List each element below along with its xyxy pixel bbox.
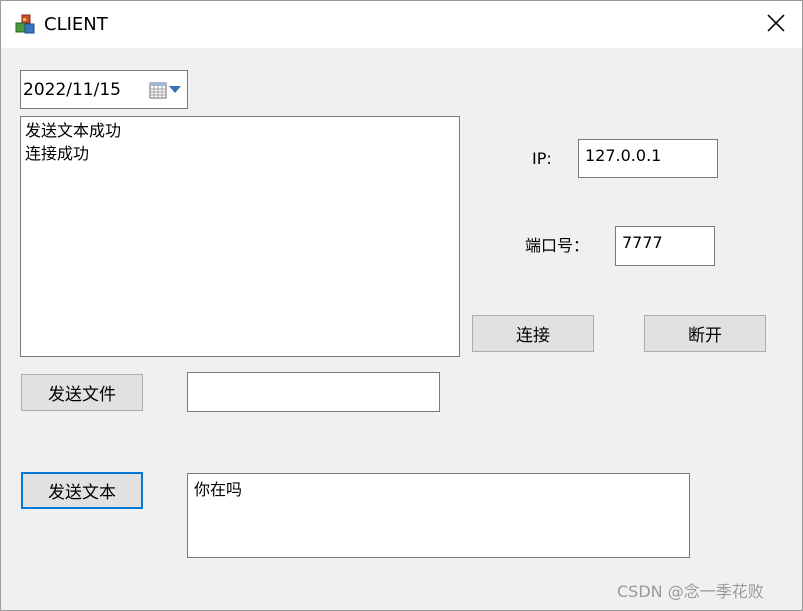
file-path-input[interactable]: [187, 372, 440, 412]
send-text-button[interactable]: 发送文本: [21, 472, 143, 509]
close-icon: [767, 13, 785, 36]
ip-input[interactable]: 127.0.0.1: [578, 139, 718, 178]
client-window: CLIENT 2022/11/15 发送文本成功 连接成功 IP: 127.0.…: [0, 0, 803, 611]
close-button[interactable]: [753, 1, 799, 48]
send-file-button[interactable]: 发送文件: [21, 374, 143, 411]
date-value: 2022/11/15: [23, 80, 121, 100]
message-input[interactable]: 你在吗: [187, 473, 690, 558]
message-log[interactable]: 发送文本成功 连接成功: [20, 116, 460, 357]
log-line: 连接成功: [25, 144, 90, 163]
disconnect-button[interactable]: 断开: [644, 315, 766, 352]
port-label: 端口号：: [525, 236, 590, 255]
app-cubes-icon: [13, 13, 37, 37]
port-input[interactable]: 7777: [615, 226, 715, 266]
calendar-icon[interactable]: [149, 81, 167, 99]
connect-button[interactable]: 连接: [472, 315, 594, 352]
window-title: CLIENT: [44, 14, 108, 35]
title-bar[interactable]: CLIENT: [1, 1, 802, 48]
chevron-down-icon[interactable]: [169, 86, 181, 93]
date-picker[interactable]: 2022/11/15: [20, 70, 188, 109]
watermark: CSDN @念一季花败: [617, 582, 764, 601]
ip-label: IP:: [532, 149, 552, 168]
log-line: 发送文本成功: [25, 121, 122, 140]
